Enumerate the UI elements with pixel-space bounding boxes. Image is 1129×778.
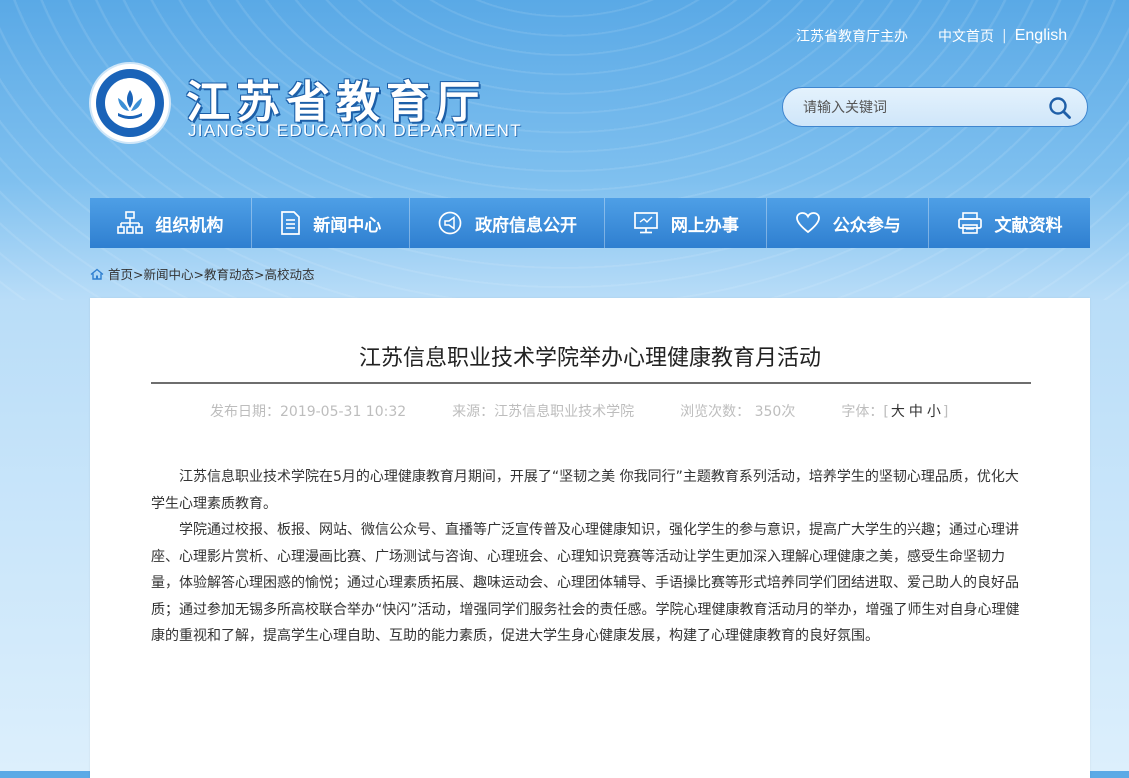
nav-item-label: 政府信息公开 — [475, 215, 578, 236]
megaphone-icon — [438, 211, 462, 235]
nav-item-label: 新闻中心 — [313, 215, 382, 236]
monitor-icon — [634, 212, 658, 234]
chinese-home-link[interactable]: 中文首页 — [938, 26, 994, 46]
article-source: 来源：江苏信息职业技术学院 — [452, 404, 635, 420]
emblem-icon — [118, 90, 142, 119]
breadcrumb-news-center[interactable]: 新闻中心> — [143, 264, 203, 283]
nav-item-label: 网上办事 — [670, 215, 739, 236]
top-links: 江苏省教育厅主办 中文首页 | English — [796, 26, 1067, 46]
font-size-close: ] — [942, 404, 949, 420]
title-divider — [151, 382, 1031, 384]
font-medium-button[interactable]: 中 — [909, 404, 923, 420]
org-chart-icon — [117, 211, 144, 234]
home-icon — [90, 268, 104, 280]
search-icon[interactable] — [1047, 95, 1073, 121]
search-box — [782, 87, 1088, 127]
department-emblem[interactable] — [91, 64, 169, 142]
article-paragraph: 学院通过校报、板报、网站、微信公众号、直播等广泛宣传普及心理健康知识，强化学生的… — [151, 522, 1020, 644]
article-meta: 发布日期：2019-05-31 10:32 来源：江苏信息职业技术学院 浏览次数… — [210, 401, 948, 421]
article-panel: 江苏信息职业技术学院举办心理健康教育月活动 发布日期：2019-05-31 10… — [90, 298, 1090, 778]
printer-icon — [957, 212, 982, 234]
font-large-button[interactable]: 大 — [891, 404, 905, 420]
main-nav: 组织机构 新闻中心 政府信息公开 网上办事 公众参与 文献资料 — [90, 198, 1090, 248]
publish-date: 发布日期：2019-05-31 10:32 — [210, 404, 407, 420]
font-size-label: 字体：[ — [841, 404, 889, 420]
breadcrumb-home[interactable]: 首页> — [108, 264, 143, 283]
link-separator: | — [1002, 28, 1007, 44]
sponsor-text: 江苏省教育厅主办 — [796, 29, 908, 45]
nav-item-documents[interactable]: 文献资料 — [929, 198, 1090, 248]
breadcrumb-education-news[interactable]: 教育动态> — [204, 264, 264, 283]
breadcrumb-university-news[interactable]: 高校动态 — [264, 264, 314, 283]
font-small-button[interactable]: 小 — [927, 404, 941, 420]
view-count: 浏览次数： 350次 — [680, 404, 796, 420]
nav-item-news[interactable]: 新闻中心 — [252, 198, 410, 248]
document-icon — [281, 211, 301, 235]
article-paragraph: 江苏信息职业技术学院在5月的心理健康教育月期间，开展了“坚韧之美 你我同行”主题… — [151, 469, 1019, 512]
article-title: 江苏信息职业技术学院举办心理健康教育月活动 — [358, 346, 821, 371]
nav-item-label: 组织机构 — [155, 215, 224, 236]
breadcrumb: 首页> 新闻中心> 教育动态> 高校动态 — [90, 264, 314, 283]
search-input[interactable] — [801, 97, 1035, 119]
font-size-switcher: 字体：[大中小] — [841, 401, 948, 421]
article-body: 江苏信息职业技术学院在5月的心理健康教育月期间，开展了“坚韧之美 你我同行”主题… — [151, 464, 1023, 650]
nav-item-public-participation[interactable]: 公众参与 — [767, 198, 930, 248]
nav-item-gov-info[interactable]: 政府信息公开 — [410, 198, 606, 248]
site-logo-subtitle: JIANGSU EDUCATION DEPARTMENT — [188, 121, 522, 140]
english-link[interactable]: English — [1015, 27, 1067, 45]
heart-icon — [795, 212, 820, 234]
nav-item-label: 公众参与 — [832, 215, 901, 236]
nav-item-online-service[interactable]: 网上办事 — [605, 198, 768, 248]
nav-item-organization[interactable]: 组织机构 — [90, 198, 252, 248]
nav-item-label: 文献资料 — [994, 215, 1063, 236]
